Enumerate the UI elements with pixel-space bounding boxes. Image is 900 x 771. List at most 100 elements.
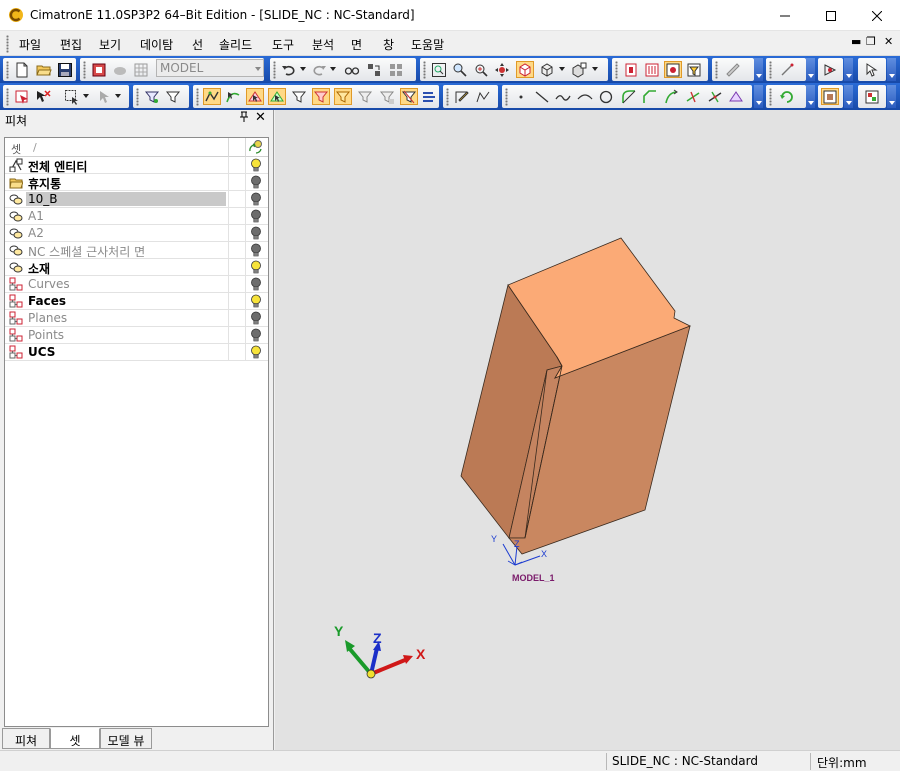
pick-face-button[interactable]	[246, 88, 264, 105]
pan-button[interactable]	[493, 61, 511, 78]
spline-button[interactable]	[554, 88, 572, 105]
lightbulb-icon[interactable]	[250, 260, 262, 275]
set-row[interactable]: Planes	[5, 310, 268, 327]
menu-view[interactable]: 보기	[97, 36, 123, 53]
select-dropdown-icon[interactable]	[83, 94, 89, 98]
view-shaded-button[interactable]	[516, 61, 534, 78]
undo-button[interactable]	[280, 61, 298, 78]
arc-button[interactable]	[576, 88, 594, 105]
cloud-button[interactable]	[111, 61, 129, 78]
refresh-button[interactable]	[778, 88, 796, 105]
column-set[interactable]: 셋	[11, 141, 21, 157]
view-dropdown-icon[interactable]	[559, 67, 565, 71]
circle-button[interactable]	[597, 88, 615, 105]
menu-solid[interactable]: 솔리드	[217, 36, 254, 53]
toolbar-overflow-button[interactable]	[887, 58, 896, 81]
sketch-button[interactable]	[453, 88, 471, 105]
minimize-button[interactable]	[762, 0, 808, 31]
visibility-toggle-icon[interactable]	[248, 139, 264, 155]
toolbar-overflow-button[interactable]	[754, 85, 763, 108]
toolbar-overflow-button[interactable]	[887, 85, 896, 108]
panel-close-button[interactable]: ✕	[255, 110, 266, 125]
model-tree-button[interactable]	[90, 61, 108, 78]
maximize-button[interactable]	[808, 0, 854, 31]
display-button[interactable]	[664, 61, 682, 78]
select-more-dropdown-icon[interactable]	[115, 94, 121, 98]
set-row[interactable]: 전체 엔티티	[5, 157, 268, 174]
model-combo[interactable]: MODEL	[156, 59, 264, 77]
section-button[interactable]	[622, 61, 640, 78]
filter-button[interactable]	[685, 61, 703, 78]
set-row[interactable]: A2	[5, 225, 268, 242]
set-row[interactable]: UCS	[5, 344, 268, 361]
lightbulb-icon[interactable]	[250, 345, 262, 360]
menu-tools[interactable]: 도구	[270, 36, 296, 53]
lightbulb-icon[interactable]	[250, 277, 262, 292]
line-button[interactable]	[533, 88, 551, 105]
set-row[interactable]: NC 스페셜 근사처리 면	[5, 242, 268, 259]
set-row[interactable]: 휴지통	[5, 174, 268, 191]
pick-curve-button[interactable]	[224, 88, 242, 105]
fillet-button[interactable]	[620, 88, 638, 105]
toolbar-grip[interactable]	[615, 61, 618, 79]
layer-button[interactable]	[643, 61, 661, 78]
set-row[interactable]: 10_B	[5, 191, 268, 208]
line-tool-button[interactable]	[778, 61, 796, 78]
transform-button[interactable]	[365, 61, 383, 78]
menu-datum[interactable]: 데이탐	[138, 36, 175, 53]
offset-curve-button[interactable]	[727, 88, 745, 105]
menu-grip[interactable]	[6, 35, 9, 53]
tab-model-view[interactable]: 모델 뷰	[100, 728, 152, 749]
filter-set-button[interactable]	[378, 88, 396, 105]
render-dropdown-icon[interactable]	[592, 67, 598, 71]
toolbar-grip[interactable]	[715, 61, 718, 79]
mdi-close-button[interactable]: ✕	[884, 35, 893, 48]
glasses-button[interactable]	[343, 61, 361, 78]
close-button[interactable]	[854, 0, 900, 31]
undo-dropdown-icon[interactable]	[300, 67, 306, 71]
filter-datum-button[interactable]	[356, 88, 374, 105]
view-render-button[interactable]	[570, 61, 588, 78]
toolbar-grip[interactable]	[769, 61, 772, 79]
pick-entity-button[interactable]	[203, 88, 221, 105]
lightbulb-icon[interactable]	[250, 192, 262, 207]
new-file-button[interactable]	[13, 61, 31, 78]
save-button[interactable]	[56, 61, 74, 78]
toolbar-grip[interactable]	[769, 88, 772, 106]
toolbar-grip[interactable]	[136, 88, 139, 106]
chamfer-button[interactable]	[641, 88, 659, 105]
lightbulb-icon[interactable]	[250, 243, 262, 258]
filter-point-button[interactable]	[290, 88, 308, 105]
select-more-button[interactable]	[95, 88, 113, 105]
split-button[interactable]	[706, 88, 724, 105]
lightbulb-icon[interactable]	[250, 311, 262, 326]
menu-curve[interactable]: 선	[190, 36, 205, 53]
toolbar-overflow-button[interactable]	[844, 58, 853, 81]
lightbulb-icon[interactable]	[250, 226, 262, 241]
menu-analysis[interactable]: 분석	[310, 36, 336, 53]
menu-face[interactable]: 면	[349, 36, 364, 53]
toolbar-overflow-button[interactable]	[844, 85, 853, 108]
measure-button[interactable]	[724, 61, 742, 78]
column-divider[interactable]	[228, 138, 229, 157]
mdi-minimize-button[interactable]: ▬	[851, 35, 861, 48]
menu-file[interactable]: 파일	[17, 36, 43, 53]
set-row[interactable]: Points	[5, 327, 268, 344]
box-select-button[interactable]	[63, 88, 81, 105]
open-file-button[interactable]	[35, 61, 53, 78]
color-button[interactable]	[863, 88, 881, 105]
lightbulb-icon[interactable]	[250, 158, 262, 173]
toolbar-grip[interactable]	[196, 88, 199, 106]
pick-button[interactable]	[13, 88, 31, 105]
menu-help[interactable]: 도움말	[409, 36, 446, 53]
zoom-button[interactable]	[472, 61, 490, 78]
view-iso-button[interactable]	[538, 61, 556, 78]
filter-pick-button[interactable]	[143, 88, 161, 105]
toolbar-grip[interactable]	[6, 88, 9, 106]
toolbar-overflow-button[interactable]	[754, 58, 763, 81]
lightbulb-icon[interactable]	[250, 294, 262, 309]
lightbulb-icon[interactable]	[250, 328, 262, 343]
zoom-fit-button[interactable]	[430, 61, 448, 78]
display-mode-button[interactable]	[821, 88, 839, 105]
set-row[interactable]: A1	[5, 208, 268, 225]
